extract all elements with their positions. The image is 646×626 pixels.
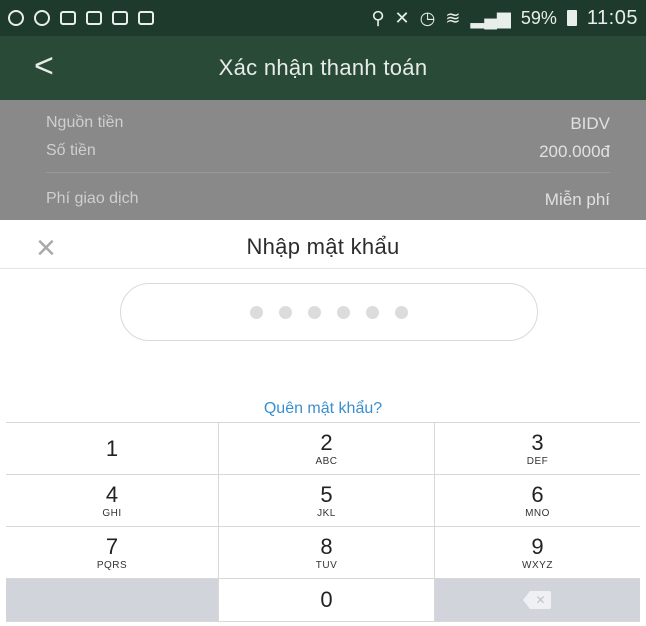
key-digit: 0 <box>320 587 333 612</box>
pin-dot <box>366 305 379 319</box>
key-2[interactable]: 2 ABC <box>219 423 435 475</box>
key-9[interactable]: 9 WXYZ <box>435 527 640 579</box>
back-arrow-icon[interactable]: < <box>34 46 54 86</box>
summary-row-fee: Phí giao dịch Miễn phí <box>46 190 610 210</box>
alarm-icon: ◷ <box>419 7 436 28</box>
pin-dot <box>250 305 263 319</box>
pin-dot <box>279 305 292 319</box>
key-letters: PQRS <box>96 559 128 571</box>
summary-row-source: Nguồn tiền BIDV <box>46 114 610 134</box>
pin-dot <box>308 305 321 319</box>
pin-input[interactable] <box>120 283 538 341</box>
battery-icon <box>566 10 577 26</box>
summary-row-amount: Số tiền 200.000đ <box>46 142 610 162</box>
key-letters: ABC <box>315 455 338 467</box>
payment-summary: Nguồn tiền BIDV Số tiền 200.000đ Phí gia… <box>0 100 646 220</box>
status-system-icons: ⚲ ✕ ◷ ≋ ▂▄▆ 59% 11:05 <box>371 7 638 30</box>
amount-label: Số tiền <box>46 142 96 159</box>
sheet-title: Nhập mật khẩu <box>246 234 400 259</box>
mail-icon <box>138 11 154 25</box>
status-notification-icons <box>8 10 154 26</box>
clock: 11:05 <box>586 6 638 29</box>
key-digit: 8 <box>320 533 333 559</box>
key-5[interactable]: 5 JKL <box>219 475 435 527</box>
key-blank <box>6 579 219 622</box>
key-digit: 7 <box>105 533 119 559</box>
key-digit: 2 <box>320 429 333 455</box>
key-1[interactable]: 1 <box>6 423 219 475</box>
password-sheet: × Nhập mật khẩu Quên mật khẩu? 1 2 ABC 3… <box>0 220 646 626</box>
key-letters: WXYZ <box>522 559 553 571</box>
app-header: < Xác nhận thanh toán <box>0 36 646 100</box>
wifi-icon: ≋ <box>445 7 461 28</box>
amount-value: 200.000đ <box>539 142 610 161</box>
key-letters: TUV <box>315 559 338 571</box>
app-notification-icon <box>34 10 50 26</box>
source-value: BIDV <box>570 114 610 133</box>
battery-percent: 59% <box>520 7 557 28</box>
key-6[interactable]: 6 MNO <box>435 475 640 527</box>
summary-divider <box>46 172 610 173</box>
key-digit: 9 <box>531 533 544 559</box>
status-bar: ⚲ ✕ ◷ ≋ ▂▄▆ 59% 11:05 <box>0 0 646 36</box>
key-8[interactable]: 8 TUV <box>219 527 435 579</box>
key-digit: 5 <box>320 481 333 507</box>
key-7[interactable]: 7 PQRS <box>6 527 219 579</box>
gallery-icon <box>112 11 128 25</box>
location-icon: ⚲ <box>371 7 385 28</box>
messenger-icon <box>8 10 24 26</box>
key-letters: DEF <box>526 455 549 467</box>
forgot-password-link[interactable]: Quên mật khẩu? <box>0 400 646 418</box>
sheet-divider <box>0 268 646 269</box>
key-digit: 3 <box>531 429 544 455</box>
fee-label: Phí giao dịch <box>46 190 139 207</box>
screenshot-icon <box>60 11 76 25</box>
delete-key[interactable]: ✕ <box>435 579 640 622</box>
key-digit: 1 <box>105 435 119 461</box>
fee-value: Miễn phí <box>544 190 610 209</box>
key-letters: JKL <box>317 507 336 519</box>
source-label: Nguồn tiền <box>46 114 124 131</box>
key-3[interactable]: 3 DEF <box>435 423 640 475</box>
backspace-icon: ✕ <box>522 591 553 609</box>
pin-dot <box>395 305 408 319</box>
page-title: Xác nhận thanh toán <box>218 55 428 80</box>
key-0[interactable]: 0 <box>219 579 435 622</box>
signal-icon: ▂▄▆ <box>470 7 511 28</box>
mute-icon: ✕ <box>394 7 410 28</box>
key-digit: 4 <box>105 481 119 507</box>
pin-dot <box>337 305 350 319</box>
key-letters: MNO <box>525 507 550 519</box>
numeric-keypad: 1 2 ABC 3 DEF 4 GHI 5 JKL 6 MNO 7 PQRS 8… <box>6 422 640 622</box>
key-digit: 6 <box>531 481 544 507</box>
weather-icon <box>86 11 102 25</box>
key-letters: GHI <box>102 507 122 519</box>
key-4[interactable]: 4 GHI <box>6 475 219 527</box>
